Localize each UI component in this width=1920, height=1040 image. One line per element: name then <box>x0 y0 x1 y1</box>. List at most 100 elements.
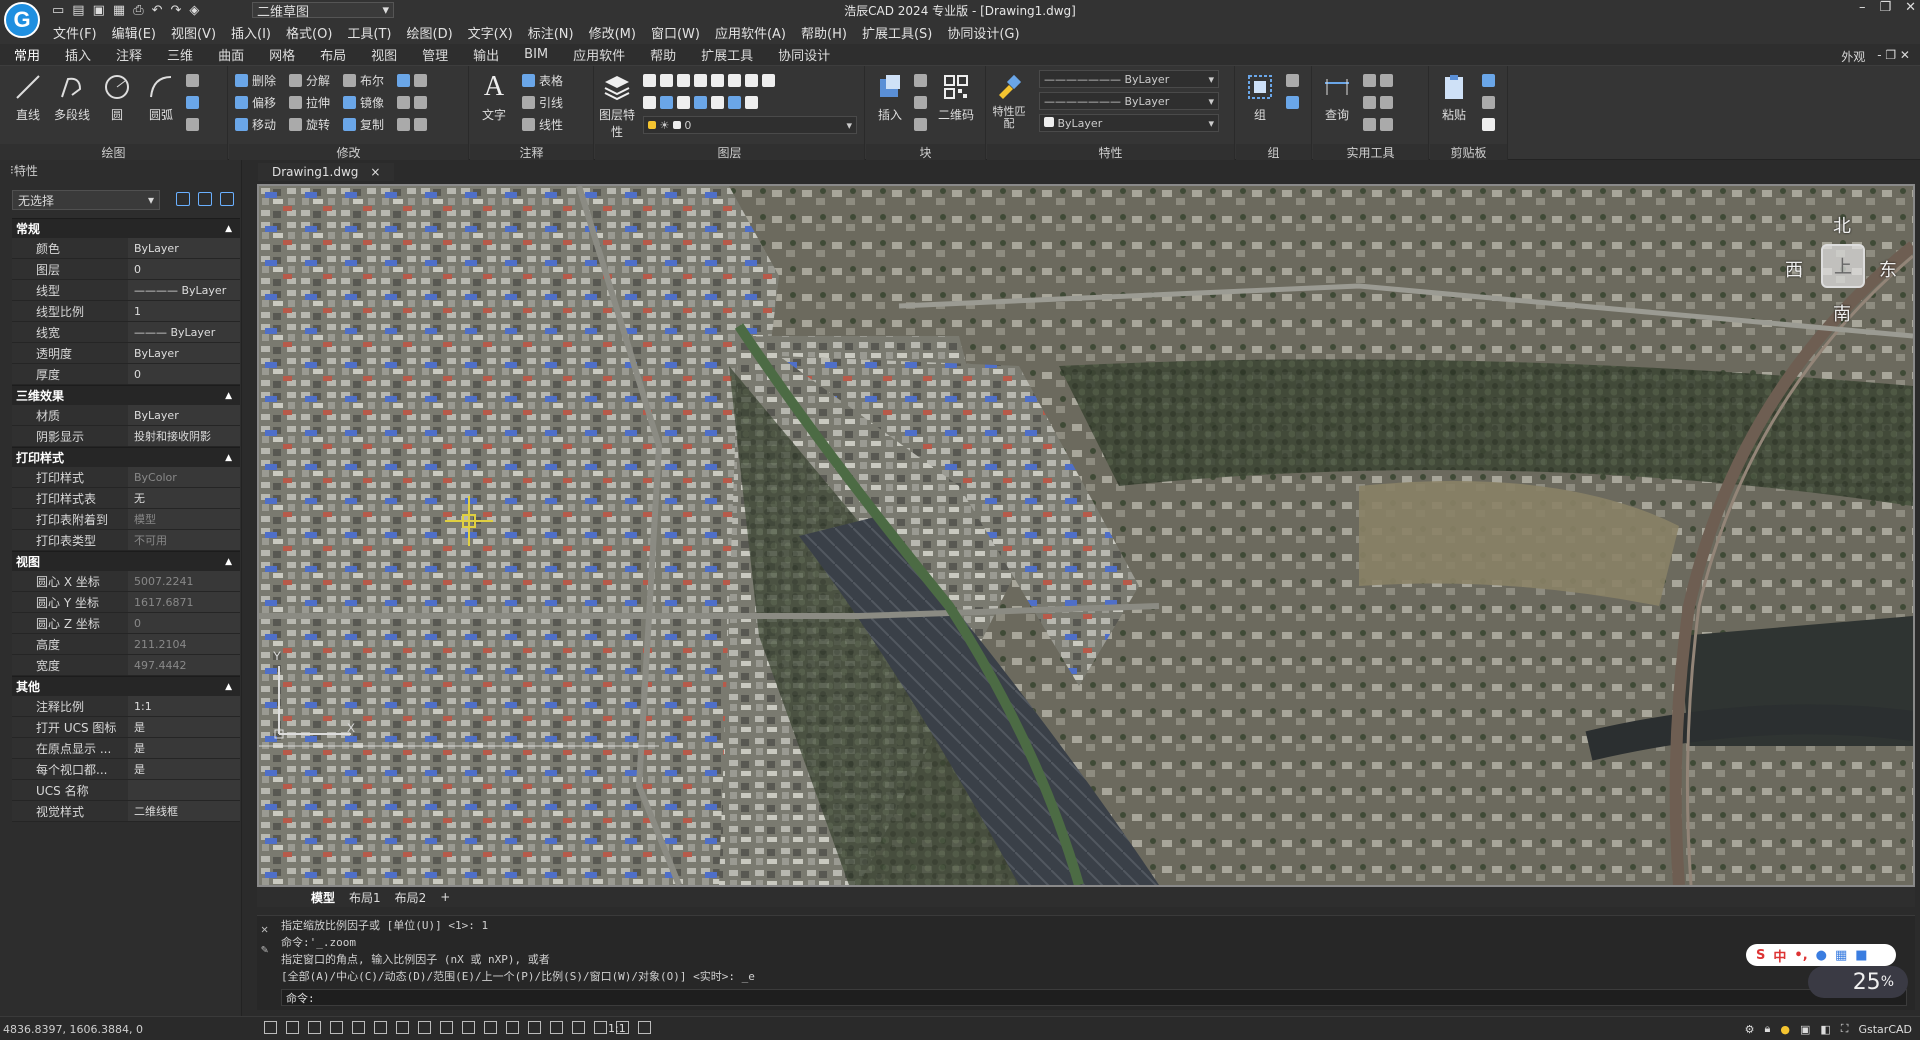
viewcube-top-face[interactable]: 上 <box>1821 244 1865 288</box>
ime-punctuation[interactable]: •, <box>1794 948 1807 963</box>
collapse-icon[interactable]: ▲ <box>225 224 232 234</box>
property-row[interactable]: 材质 ByLayer <box>12 405 240 426</box>
tab-ext-tools[interactable]: 扩展工具 <box>699 43 755 66</box>
lineweight-select[interactable]: ——————— ByLayer ▾ <box>1039 92 1219 110</box>
property-section-header[interactable]: 视图 ▲ <box>12 551 240 571</box>
3d-osnap-icon[interactable] <box>484 1021 497 1034</box>
menu-dimension[interactable]: 标注(N) <box>528 23 574 42</box>
tab-bim[interactable]: BIM <box>522 45 550 64</box>
property-value[interactable]: ByLayer <box>128 405 240 425</box>
circle-button[interactable]: 圆 <box>97 70 137 123</box>
layer-tools-row-2[interactable] <box>643 92 758 112</box>
copy-base-button[interactable] <box>1482 114 1495 134</box>
hardware-accel-icon[interactable]: ▣ <box>1800 1023 1810 1036</box>
utilities-panel-title[interactable]: 实用工具 <box>1313 144 1428 160</box>
ribbon-controls[interactable]: - ❐ ✕ <box>1877 48 1910 65</box>
property-row[interactable]: 每个视口都... 是 <box>12 759 240 780</box>
tab-model[interactable]: 模型 <box>311 889 335 906</box>
menu-view[interactable]: 视图(V) <box>171 23 216 42</box>
leader-button[interactable]: 引线 <box>522 92 563 112</box>
tab-output[interactable]: 输出 <box>471 43 501 66</box>
property-row[interactable]: 线型比例 1 <box>12 301 240 322</box>
collapse-icon[interactable]: ▲ <box>225 682 232 692</box>
property-value[interactable] <box>128 780 240 800</box>
isolate-objects-icon[interactable]: ◧ <box>1820 1023 1830 1036</box>
property-value[interactable]: 是 <box>128 738 240 758</box>
group-edit-button[interactable] <box>1286 92 1299 112</box>
microphone-icon[interactable]: ● <box>1816 948 1827 963</box>
menu-insert[interactable]: 插入(I) <box>231 23 271 42</box>
viewcube-west[interactable]: 西 <box>1785 256 1803 282</box>
table-button[interactable]: 表格 <box>522 70 563 90</box>
property-value[interactable]: 二维线框 <box>128 801 240 821</box>
selection-cycle-icon[interactable] <box>462 1021 475 1034</box>
line-button[interactable]: 直线 <box>8 70 48 123</box>
property-value[interactable]: 0 <box>128 364 240 384</box>
block-panel-title[interactable]: 块 <box>866 144 985 160</box>
property-row[interactable]: 打印表附着到 模型 <box>12 509 240 530</box>
property-row[interactable]: 打印表类型 不可用 <box>12 530 240 551</box>
select-objects-icon[interactable] <box>198 192 212 206</box>
insert-block-button[interactable]: 插入 <box>870 70 910 123</box>
lineweight-toggle-icon[interactable] <box>418 1021 431 1034</box>
tab-layout2[interactable]: 布局2 <box>395 889 427 906</box>
tab-home[interactable]: 常用 <box>12 43 42 66</box>
menu-window[interactable]: 窗口(W) <box>651 23 700 42</box>
property-value[interactable]: 模型 <box>128 509 240 529</box>
print-icon[interactable]: ⎙ <box>133 3 143 18</box>
menu-file[interactable]: 文件(F) <box>53 23 97 42</box>
property-value[interactable]: ByColor <box>128 467 240 487</box>
grid-toggle-icon[interactable] <box>264 1021 277 1034</box>
property-row[interactable]: 厚度 0 <box>12 364 240 385</box>
menu-help[interactable]: 帮助(H) <box>801 23 847 42</box>
property-row[interactable]: UCS 名称 <box>12 780 240 801</box>
delete-button[interactable]: 删除 <box>235 70 276 90</box>
draw-more-icons[interactable] <box>186 70 199 90</box>
offset-button[interactable]: 偏移 <box>235 92 276 112</box>
model-space-icon[interactable] <box>638 1021 651 1034</box>
utility-row-1[interactable] <box>1363 70 1393 90</box>
collapse-icon[interactable]: ▲ <box>225 557 232 567</box>
utility-row-2[interactable] <box>1363 92 1393 112</box>
property-row[interactable]: 圆心 Y 坐标 1617.6871 <box>12 592 240 613</box>
hatch-button[interactable] <box>186 114 199 134</box>
tab-layout[interactable]: 布局 <box>318 43 348 66</box>
otrack-toggle-icon[interactable] <box>396 1021 409 1034</box>
tab-insert[interactable]: 插入 <box>63 43 93 66</box>
properties-ribbon-title[interactable]: 特性 <box>987 144 1234 160</box>
linear-dim-button[interactable]: 线性 <box>522 114 563 134</box>
arc-button[interactable]: 圆弧 <box>141 70 181 123</box>
extend-button[interactable] <box>397 114 427 134</box>
viewcube-south[interactable]: 南 <box>1833 300 1851 326</box>
move-button[interactable]: 移动 <box>235 114 276 134</box>
save-icon[interactable]: ▣ <box>93 3 105 18</box>
query-button[interactable]: 查询 <box>1317 70 1357 123</box>
property-row[interactable]: 图层 0 <box>12 259 240 280</box>
polyline-button[interactable]: 多段线 <box>52 70 92 123</box>
layer-tools-row-1[interactable] <box>643 70 775 90</box>
block-edit-button[interactable] <box>914 70 927 90</box>
menu-text[interactable]: 文字(X) <box>468 23 513 42</box>
property-value[interactable]: ByLayer <box>128 238 240 258</box>
settings-icon[interactable]: ✎ <box>261 942 268 956</box>
color-select[interactable]: ByLayer ▾ <box>1039 114 1219 132</box>
property-value[interactable]: 1 <box>128 301 240 321</box>
cut-button[interactable] <box>1482 92 1495 112</box>
property-value[interactable]: 1:1 <box>128 696 240 716</box>
tab-help[interactable]: 帮助 <box>648 43 678 66</box>
mirror-button[interactable]: 镜像 <box>343 92 384 112</box>
property-value[interactable]: ByLayer <box>128 343 240 363</box>
tab-view[interactable]: 视图 <box>369 43 399 66</box>
maximize-button[interactable]: ❐ <box>1879 0 1891 15</box>
quick-props-icon[interactable] <box>550 1021 563 1034</box>
osnap-toggle-icon[interactable] <box>374 1021 387 1034</box>
copy-clip-button[interactable] <box>1482 70 1495 90</box>
new-file-icon[interactable]: ▭ <box>52 3 64 18</box>
toggle-pickadd-icon[interactable] <box>176 192 190 206</box>
property-section-header[interactable]: 打印样式 ▲ <box>12 447 240 467</box>
property-value[interactable]: 0 <box>128 613 240 633</box>
tab-surface[interactable]: 曲面 <box>216 43 246 66</box>
ellipse-button[interactable] <box>186 92 199 112</box>
ungroup-button[interactable] <box>1286 70 1299 90</box>
menu-modify[interactable]: 修改(M) <box>589 23 636 42</box>
